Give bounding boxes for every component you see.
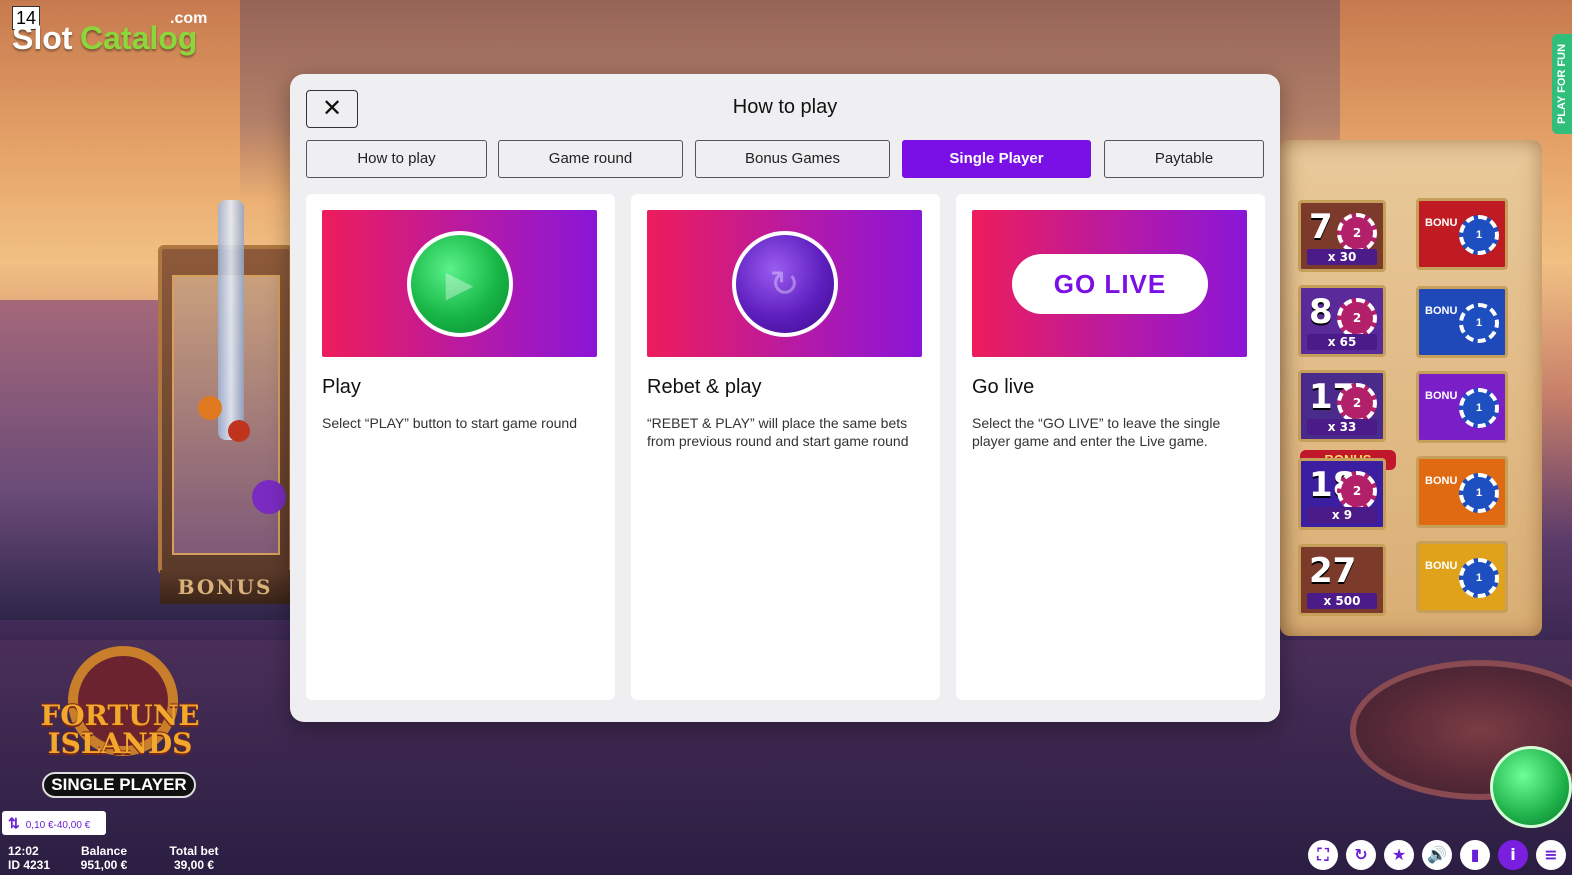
total-bet-label: Total bet — [169, 844, 219, 858]
clock-time: 12:02 — [8, 844, 39, 858]
ball-machine-glass — [172, 275, 280, 555]
ball-machine — [158, 245, 293, 575]
balance-value: 951,00 € — [80, 858, 128, 872]
tab-how-to-play[interactable]: How to play — [306, 140, 487, 178]
card-heading: Go live — [972, 376, 1035, 398]
bonus-tile-label: BONU — [1425, 217, 1458, 229]
card-banner: ▶ — [322, 210, 597, 357]
number-tile: 27 x 500 — [1298, 544, 1386, 616]
bonus-chip-icon: 1 — [1459, 473, 1499, 513]
background-sea — [0, 300, 300, 620]
game-title: FORTUNE ISLANDS — [6, 702, 234, 758]
card-rebet-play: ↻ Rebet & play “REBET & PLAY” will place… — [631, 194, 940, 700]
total-bet-value: 39,00 € — [173, 858, 215, 872]
ball — [198, 396, 222, 420]
tile-multiplier: x 33 — [1307, 419, 1377, 435]
card-play: ▶ Play Select “PLAY” button to start gam… — [306, 194, 615, 700]
autoplay-icon[interactable]: ↻ — [1346, 840, 1376, 870]
bonus-tile: BONU 1 — [1416, 541, 1508, 613]
multiplier-chip-icon: 2 — [1337, 383, 1377, 423]
number-tile: 8 2 x 65 — [1298, 285, 1386, 357]
bonus-chip-icon: 1 — [1459, 215, 1499, 255]
ball-machine-tube — [218, 200, 244, 440]
game-title-line1: FORTUNE — [40, 699, 200, 732]
tile-number: 27 — [1309, 551, 1357, 591]
tab-game-round[interactable]: Game round — [498, 140, 683, 178]
time-id: 12:02 ID 4231 — [8, 844, 50, 872]
number-tile: 18 2 x 9 — [1298, 458, 1386, 530]
play-for-fun-tab[interactable]: PLAY FOR FUN — [1552, 34, 1572, 134]
bonus-chip-icon: 1 — [1459, 303, 1499, 343]
balance-label: Balance — [80, 844, 128, 858]
favorite-icon[interactable]: ★ — [1384, 840, 1414, 870]
tile-multiplier: x 30 — [1307, 249, 1377, 265]
tile-multiplier: x 65 — [1307, 334, 1377, 350]
bonus-tile: BONU 1 — [1416, 456, 1508, 528]
modal-title: How to play — [732, 96, 838, 118]
fullscreen-icon[interactable]: ⛶ — [1308, 840, 1338, 870]
card-heading: Play — [322, 376, 361, 398]
number-tile: 7 2 x 30 — [1298, 200, 1386, 272]
number-tile: 17 2 x 33 — [1298, 370, 1386, 442]
balance: Balance 951,00 € — [76, 844, 132, 872]
menu-icon[interactable]: ≡ — [1536, 840, 1566, 870]
play-for-fun-label: PLAY FOR FUN — [1556, 43, 1568, 125]
tab-single-player[interactable]: Single Player — [902, 140, 1091, 178]
ball — [252, 480, 286, 514]
multiplier-chip-icon: 2 — [1337, 213, 1377, 253]
bet-range-button[interactable]: ⇅ 0,10 €-40,00 € — [2, 811, 106, 835]
slotcatalog-logo: 14 Slot Catalog .com — [10, 6, 220, 56]
bonus-plate: BONUS — [160, 570, 290, 604]
game-logo: FORTUNE ISLANDS SINGLE PLAYER — [6, 640, 234, 800]
tile-multiplier: x 500 — [1307, 593, 1377, 609]
bonus-chip-icon: 1 — [1459, 558, 1499, 598]
go-live-button: GO LIVE — [1012, 254, 1208, 314]
tile-number: 7 — [1309, 207, 1333, 247]
bonus-tile: BONU 1 — [1416, 198, 1508, 270]
bonus-tile: BONU 1 — [1416, 286, 1508, 358]
how-to-play-modal: ✕ How to play How to play Game round Bon… — [290, 74, 1280, 722]
total-bet: Total bet 39,00 € — [166, 844, 222, 872]
brand-com-text: .com — [170, 10, 208, 27]
bonus-tile: BONU 1 — [1416, 371, 1508, 443]
bottom-toolbar: ⛶ ↻ ★ 🔊 ▮ i ≡ — [1308, 840, 1566, 870]
card-banner: ↻ — [647, 210, 922, 357]
brand-slot-text: Slot — [12, 20, 73, 56]
card-text: “REBET & PLAY” will place the same bets … — [647, 415, 909, 449]
bet-range-value: 0,10 €-40,00 € — [25, 820, 91, 831]
tab-bonus-games[interactable]: Bonus Games — [695, 140, 890, 178]
tab-paytable[interactable]: Paytable — [1104, 140, 1264, 178]
sound-icon[interactable]: 🔊 — [1422, 840, 1452, 870]
multiplier-chip-icon: 2 — [1337, 471, 1377, 511]
play-button-icon: ▶ — [406, 230, 513, 337]
tile-multiplier: x 9 — [1307, 507, 1377, 523]
bonus-tile-label: BONU — [1425, 560, 1458, 572]
bonus-tile-label: BONU — [1425, 305, 1458, 317]
bonus-chip-icon: 1 — [1459, 388, 1499, 428]
single-player-badge: SINGLE PLAYER — [42, 772, 196, 798]
ball — [228, 420, 250, 442]
bonus-tile-label: BONU — [1425, 475, 1458, 487]
bet-range-icon: ⇅ — [8, 815, 20, 831]
info-icon[interactable]: i — [1498, 840, 1528, 870]
reels-panel: 7 2 x 30 8 2 x 65 17 2 x 33 BONUS 18 2 x… — [1280, 140, 1542, 636]
round-id: ID 4231 — [8, 858, 51, 872]
rebet-button-icon: ↻ — [731, 230, 838, 337]
stats-icon[interactable]: ▮ — [1460, 840, 1490, 870]
card-text: Select “PLAY” button to start game round — [322, 415, 577, 431]
card-go-live: GO LIVE Go live Select the “GO LIVE” to … — [956, 194, 1265, 700]
bonus-tile-label: BONU — [1425, 390, 1458, 402]
multiplier-chip-icon: 2 — [1337, 298, 1377, 338]
card-banner: GO LIVE — [972, 210, 1247, 357]
spin-button[interactable] — [1490, 746, 1572, 828]
tile-number: 8 — [1309, 292, 1333, 332]
card-text: Select the “GO LIVE” to leave the single… — [972, 415, 1221, 449]
card-heading: Rebet & play — [647, 376, 762, 398]
game-title-line2: ISLANDS — [47, 727, 193, 760]
